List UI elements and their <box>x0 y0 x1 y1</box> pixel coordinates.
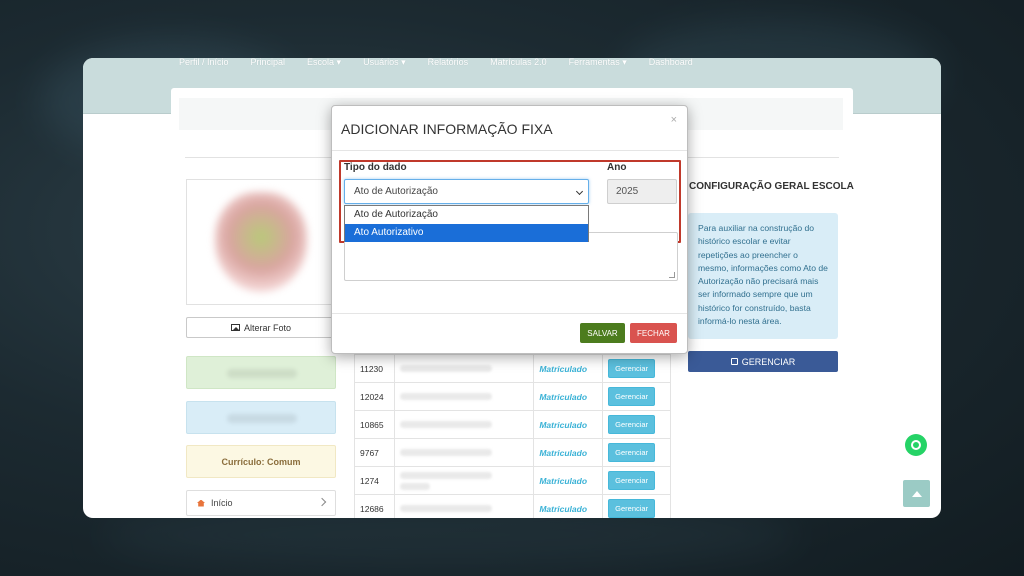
row-name-blurred <box>393 354 535 383</box>
row-id: 1274 <box>354 466 395 495</box>
manage-button[interactable]: Gerenciar <box>608 471 656 490</box>
row-action: Gerenciar <box>602 354 671 383</box>
row-status: Matriculado <box>533 466 604 495</box>
row-id: 9767 <box>354 438 395 467</box>
manage-config-button[interactable]: GERENCIAR <box>688 351 838 372</box>
dropdown-option[interactable]: Ato de Autorização <box>345 206 588 224</box>
row-action: Gerenciar <box>602 410 671 439</box>
add-fixed-info-modal: ADICIONAR INFORMAÇÃO FIXA × Tipo do dado… <box>331 105 688 354</box>
nav-item[interactable]: Usuários ▾ <box>363 58 406 67</box>
manage-button[interactable]: Gerenciar <box>608 499 656 518</box>
row-action: Gerenciar <box>602 382 671 411</box>
row-status: Matriculado <box>533 382 604 411</box>
resize-handle[interactable] <box>669 272 675 278</box>
row-id: 12024 <box>354 382 395 411</box>
nav-item[interactable]: Matrículas 2.0 <box>490 58 547 67</box>
table-row: 12024 Matriculado Gerenciar <box>354 382 671 411</box>
data-type-label: Tipo do dado <box>344 162 407 173</box>
table-row: 10865 Matriculado Gerenciar <box>354 410 671 439</box>
table-row: 12686 Matriculado Gerenciar <box>354 494 671 518</box>
year-field: 2025 <box>607 179 677 204</box>
change-photo-button[interactable]: Alterar Foto <box>186 317 336 338</box>
data-type-dropdown: Ato de Autorização Ato Autorizativo <box>344 205 589 242</box>
row-name-blurred <box>393 382 535 411</box>
change-photo-label: Alterar Foto <box>243 322 292 333</box>
row-name-blurred <box>393 438 535 467</box>
table-row: 11230 Matriculado Gerenciar <box>354 354 671 383</box>
table-row: 9767 Matriculado Gerenciar <box>354 438 671 467</box>
blurred-text <box>399 421 492 428</box>
status-card-blue <box>186 401 336 434</box>
home-icon <box>197 499 205 507</box>
whatsapp-icon[interactable] <box>905 434 927 456</box>
row-status: Matriculado <box>533 494 604 518</box>
blurred-text <box>399 365 492 372</box>
blurred-text <box>227 414 297 423</box>
status-card-green <box>186 356 336 389</box>
edit-icon <box>730 358 738 365</box>
picture-icon <box>230 324 240 331</box>
modal-divider <box>332 150 687 151</box>
scroll-to-top-button[interactable] <box>903 480 930 507</box>
row-action: Gerenciar <box>602 494 671 518</box>
manage-button[interactable]: Gerenciar <box>608 443 656 462</box>
arrow-up-icon <box>911 490 922 497</box>
row-name-blurred <box>393 494 535 518</box>
config-info-box: Para auxiliar na construção do histórico… <box>688 213 838 339</box>
sidebar-item-label: Início <box>211 498 233 508</box>
row-name-blurred <box>393 410 535 439</box>
nav-menu: Perfil / Início Principal Escola ▾ Usuários… <box>179 58 715 67</box>
chevron-right-icon <box>317 497 327 507</box>
row-id: 11230 <box>354 354 395 383</box>
row-id: 12686 <box>354 494 395 518</box>
year-label: Ano <box>607 162 627 173</box>
modal-title: ADICIONAR INFORMAÇÃO FIXA <box>341 121 553 137</box>
row-status: Matriculado <box>533 410 604 439</box>
manage-button[interactable]: Gerenciar <box>608 415 656 434</box>
save-button[interactable]: SALVAR <box>580 323 625 343</box>
row-action: Gerenciar <box>602 466 671 495</box>
config-title: CONFIGURAÇÃO GERAL ESCOLA <box>689 181 854 192</box>
row-status: Matriculado <box>533 354 604 383</box>
blurred-text <box>399 471 492 479</box>
row-id: 10865 <box>354 410 395 439</box>
sidebar-item-inicio[interactable]: Início <box>186 490 336 516</box>
nav-item[interactable]: Perfil / Início <box>179 58 229 67</box>
blurred-text <box>399 393 492 400</box>
nav-item[interactable]: Dashboard <box>649 58 693 67</box>
manage-button[interactable]: Gerenciar <box>608 387 656 406</box>
whatsapp-glyph <box>911 440 921 450</box>
row-name-blurred <box>393 466 535 495</box>
students-table: 11230 Matriculado Gerenciar 12024 Matriculad… <box>354 354 671 518</box>
manage-button[interactable]: Gerenciar <box>608 359 656 378</box>
nav-item[interactable]: Escola ▾ <box>307 58 341 67</box>
school-logo <box>186 179 336 305</box>
close-icon[interactable]: × <box>671 114 677 126</box>
data-type-select[interactable]: Ato de Autorização <box>344 179 589 204</box>
dropdown-option[interactable]: Ato Autorizativo <box>345 224 588 242</box>
nav-item[interactable]: Ferramentas ▾ <box>569 58 627 67</box>
curriculum-badge: Currículo: Comum <box>186 445 336 478</box>
data-type-select-value: Ato de Autorização <box>354 186 438 197</box>
close-button[interactable]: FECHAR <box>630 323 677 343</box>
blurred-text <box>227 369 297 378</box>
blurred-text <box>399 505 492 512</box>
modal-footer-divider <box>332 313 687 314</box>
nav-item[interactable]: Relatórios <box>428 58 469 67</box>
manage-config-label: GERENCIAR <box>741 356 796 367</box>
blurred-text <box>399 449 492 456</box>
row-status: Matriculado <box>533 438 604 467</box>
school-crest-image <box>215 192 307 292</box>
table-row: 1274 Matriculado Gerenciar <box>354 466 671 495</box>
nav-item[interactable]: Principal <box>251 58 286 67</box>
chevron-down-icon <box>575 187 584 196</box>
row-action: Gerenciar <box>602 438 671 467</box>
blurred-text <box>399 482 430 490</box>
